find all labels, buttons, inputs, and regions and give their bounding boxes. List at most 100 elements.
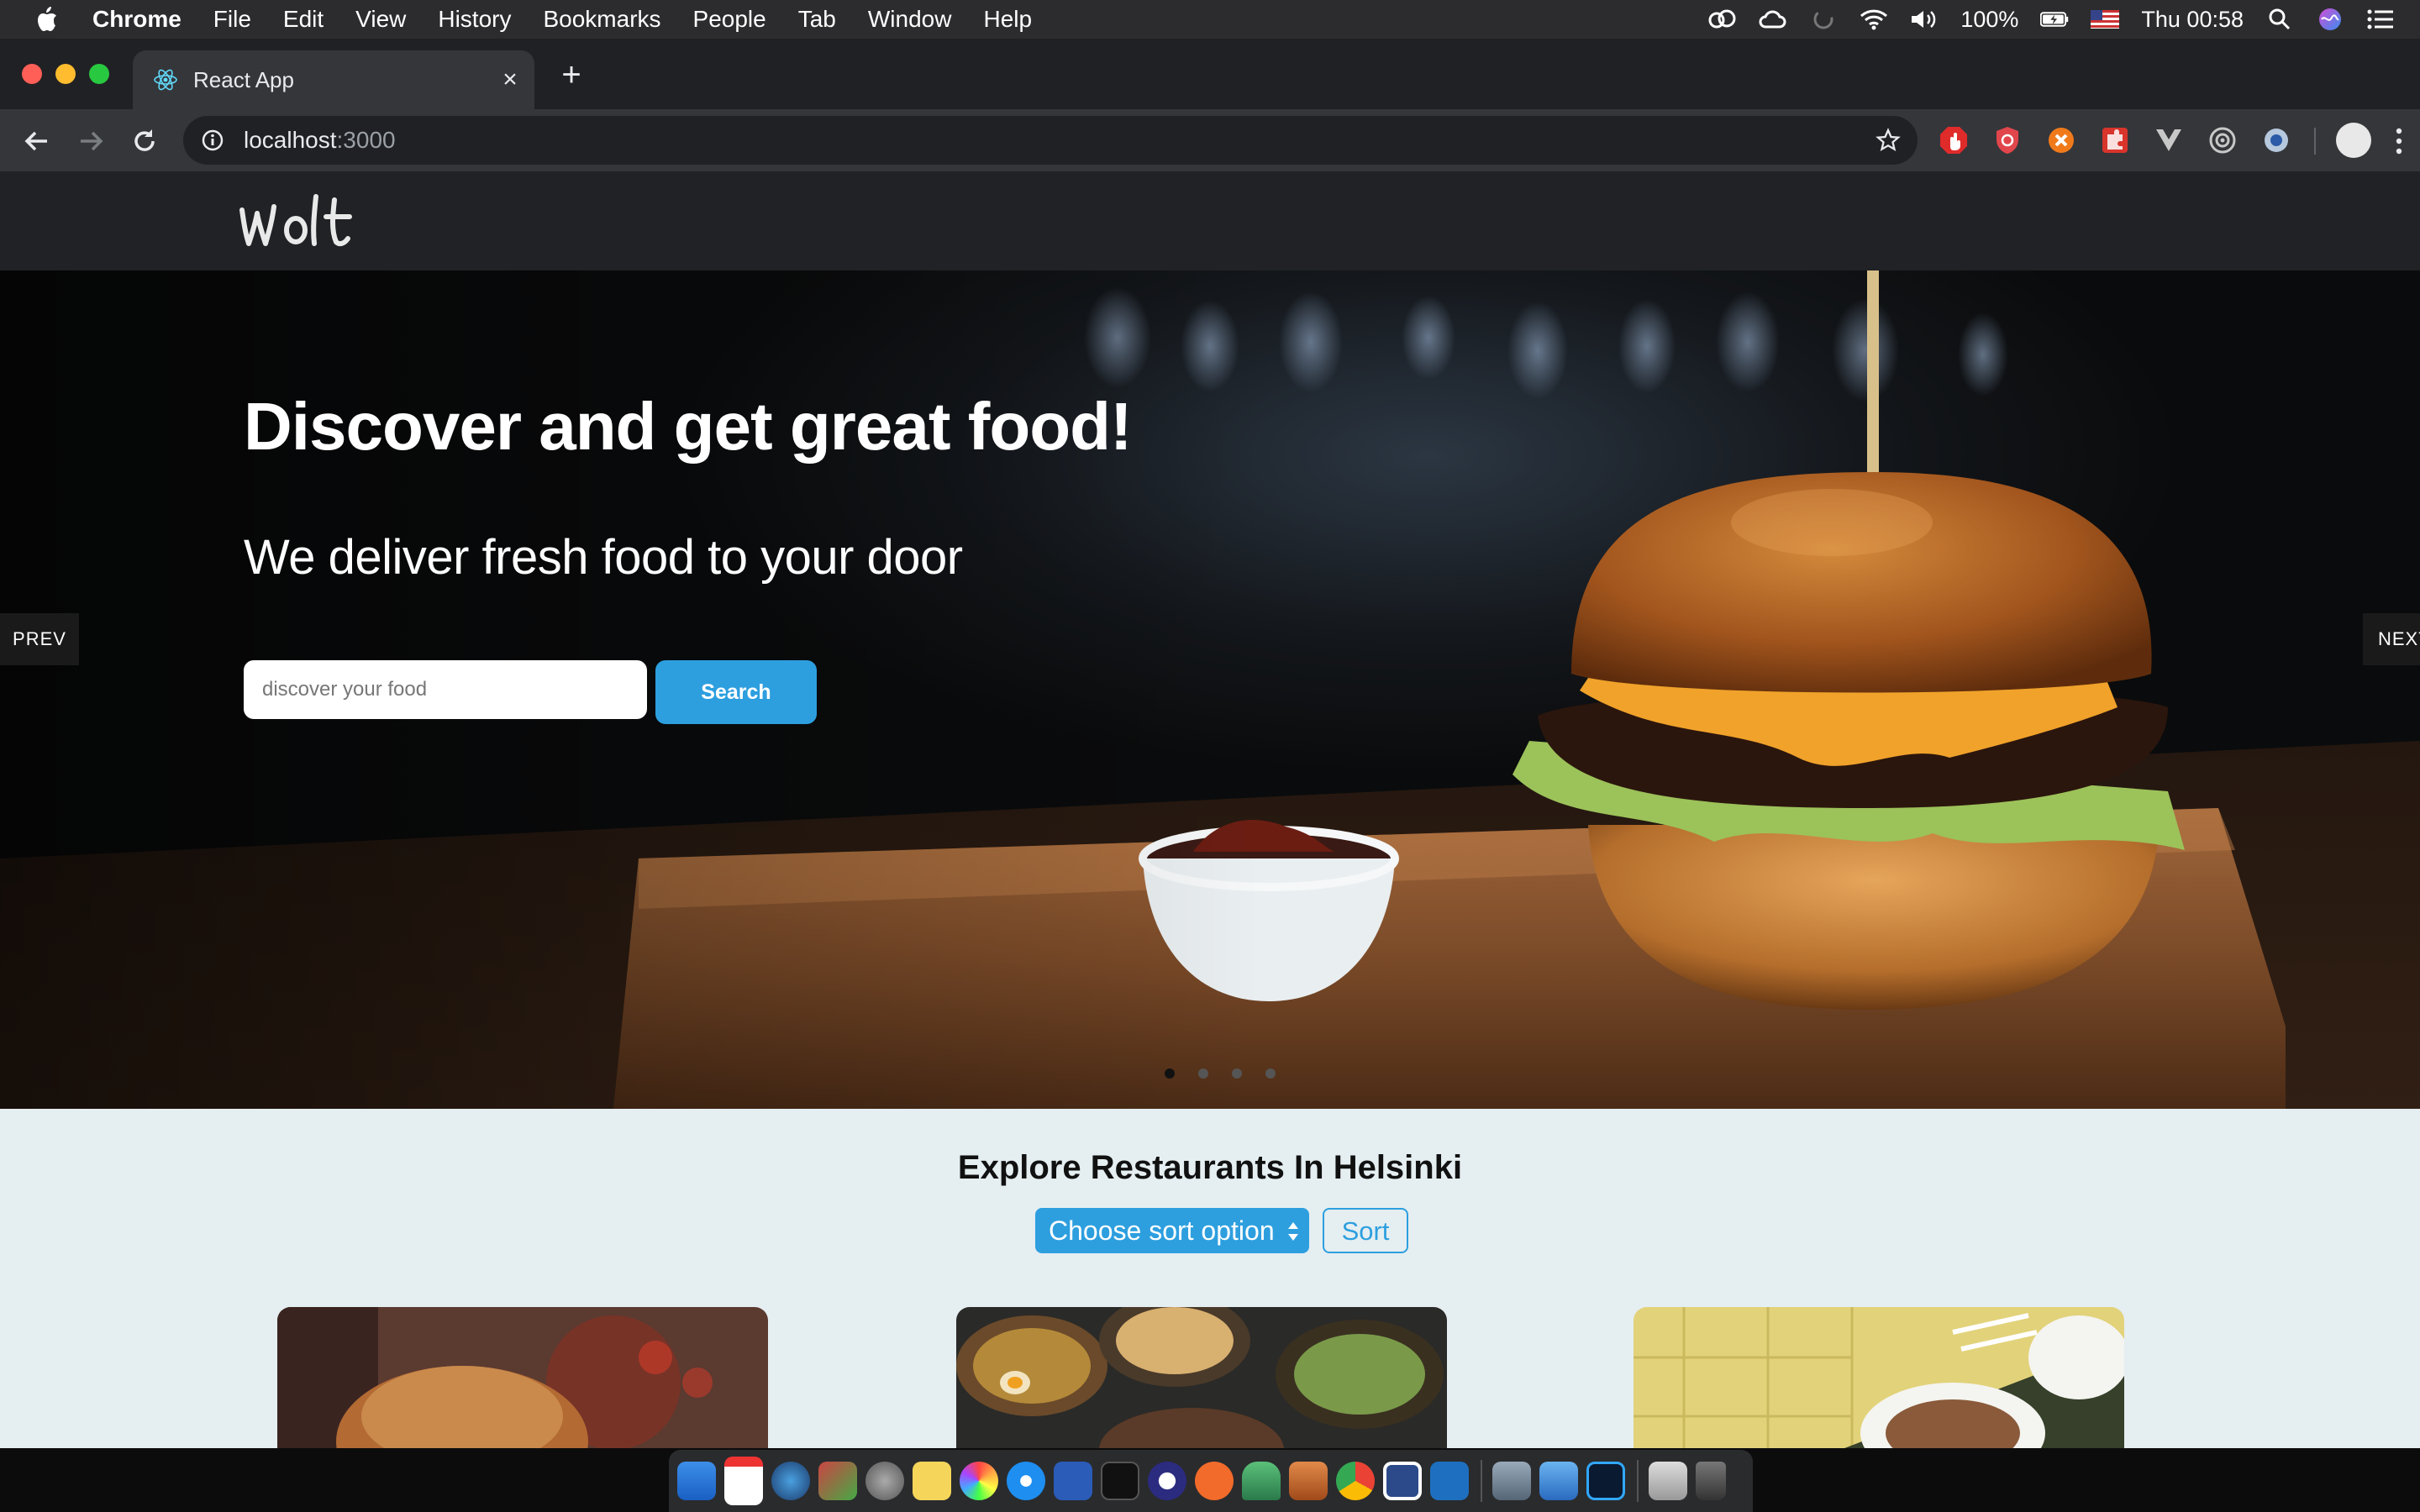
carousel-next-button[interactable]: NEXT [2363, 613, 2420, 665]
reload-icon[interactable] [128, 124, 161, 158]
address-bar[interactable]: localhost:3000 [183, 116, 1918, 165]
creative-cloud-icon[interactable] [1708, 7, 1737, 32]
terminal-icon[interactable] [1101, 1462, 1139, 1500]
menu-view[interactable]: View [355, 6, 406, 33]
stickies-icon[interactable] [913, 1462, 951, 1500]
calendar-icon[interactable] [724, 1457, 763, 1505]
menu-help[interactable]: Help [983, 6, 1032, 33]
safari-icon[interactable] [1007, 1462, 1045, 1500]
menubar-status-area: 100% Thu 00:58 [1708, 0, 2395, 39]
xcode-icon[interactable] [1539, 1462, 1578, 1500]
menu-tab[interactable]: Tab [798, 6, 836, 33]
site-header [0, 171, 2420, 270]
explore-section: Explore Restaurants In Helsinki Choose s… [0, 1109, 2420, 1448]
carousel-dot[interactable] [1165, 1068, 1175, 1079]
sort-button[interactable]: Sort [1323, 1208, 1408, 1253]
app-frame-icon[interactable] [1383, 1462, 1422, 1500]
carousel-indicators [1165, 1068, 1276, 1079]
word-icon[interactable] [1054, 1462, 1092, 1500]
carousel-dot[interactable] [1232, 1068, 1242, 1079]
trash-icon[interactable] [1696, 1462, 1726, 1500]
profile-avatar[interactable] [2336, 123, 2371, 158]
hero-subtitle: We deliver fresh food to your door [244, 530, 963, 585]
url-host: localhost [244, 127, 337, 153]
siri-icon[interactable] [2316, 7, 2344, 32]
edge-browser-icon[interactable] [771, 1462, 810, 1500]
apple-icon[interactable] [34, 5, 59, 34]
system-preferences-icon[interactable] [865, 1462, 904, 1500]
browser-toolbar: localhost:3000 [0, 109, 2420, 171]
postman-icon[interactable] [1195, 1462, 1234, 1500]
toolbar-divider [2314, 128, 2316, 155]
spotlight-search-icon[interactable] [2265, 7, 2294, 32]
preview-icon[interactable] [1492, 1462, 1531, 1500]
menu-edit[interactable]: Edit [283, 6, 324, 33]
restaurant-card-image[interactable] [956, 1307, 1447, 1448]
sort-select-value: Choose sort option [1049, 1215, 1275, 1246]
photos-icon[interactable] [960, 1462, 998, 1500]
tab-title: React App [193, 66, 294, 92]
bookmark-star-icon[interactable] [1876, 128, 1901, 153]
restaurant-card-image[interactable] [1634, 1307, 2124, 1448]
battery-percent: 100% [1960, 6, 2019, 32]
macos-dock [669, 1450, 1753, 1512]
carousel-dot[interactable] [1198, 1068, 1208, 1079]
downloads-folder-icon[interactable] [1649, 1462, 1687, 1500]
restaurant-card-image[interactable] [277, 1307, 768, 1448]
carousel-prev-button[interactable]: PREV [0, 613, 79, 665]
battery-icon[interactable] [2040, 7, 2069, 32]
input-source-flag-icon[interactable] [2091, 10, 2120, 29]
tab-close-icon[interactable]: × [497, 67, 523, 92]
menu-app-name[interactable]: Chrome [92, 6, 182, 33]
chrome-icon[interactable] [1336, 1462, 1375, 1500]
menu-people[interactable]: People [693, 6, 766, 33]
menubar-clock[interactable]: Thu 00:58 [2141, 7, 2244, 33]
carousel-dot[interactable] [1265, 1068, 1276, 1079]
menu-file[interactable]: File [213, 6, 251, 33]
vue-devtools-extension-icon[interactable] [2153, 124, 2185, 156]
dock-separator [1637, 1460, 1639, 1502]
food-search-input[interactable] [244, 660, 647, 719]
sync-icon[interactable] [1809, 7, 1838, 32]
back-arrow-icon[interactable] [20, 124, 54, 158]
page-viewport: Discover and get great food! We deliver … [0, 171, 2420, 1448]
new-tab-button[interactable]: + [556, 58, 587, 92]
dock-separator [1481, 1460, 1482, 1502]
browser-tab-active[interactable]: React App × [133, 50, 534, 109]
window-zoom-button[interactable] [89, 64, 109, 84]
sourcetree-icon[interactable] [1242, 1462, 1281, 1500]
url-port: :3000 [336, 127, 396, 153]
hero-carousel: Discover and get great food! We deliver … [0, 270, 2420, 1109]
volume-icon[interactable] [1910, 7, 1939, 32]
shield-extension-icon[interactable] [1991, 124, 2023, 156]
menu-window[interactable]: Window [868, 6, 952, 33]
search-button[interactable]: Search [655, 660, 817, 724]
vscode-icon[interactable] [1430, 1462, 1469, 1500]
red-puzzle-extension-icon[interactable] [2099, 124, 2131, 156]
react-favicon-icon [154, 69, 177, 91]
target-extension-icon[interactable] [2207, 124, 2238, 156]
orange-extension-icon[interactable] [2045, 124, 2077, 156]
wolt-logo[interactable] [235, 186, 370, 262]
notification-center-icon[interactable] [2366, 7, 2395, 32]
eclipse-icon[interactable] [1148, 1462, 1186, 1500]
sort-option-select[interactable]: Choose sort option [1035, 1208, 1309, 1253]
hero-title: Discover and get great food! [244, 389, 1133, 464]
blue-circle-extension-icon[interactable] [2260, 124, 2292, 156]
site-info-icon[interactable] [200, 128, 225, 153]
cloud-icon[interactable] [1759, 7, 1787, 32]
chrome-menu-icon[interactable] [2395, 124, 2403, 158]
photoshop-icon[interactable] [1586, 1462, 1625, 1500]
menu-bookmarks[interactable]: Bookmarks [543, 6, 660, 33]
window-minimize-button[interactable] [55, 64, 76, 84]
finder-icon[interactable] [677, 1462, 716, 1500]
app-icon[interactable] [1289, 1462, 1328, 1500]
forward-arrow-icon[interactable] [74, 124, 108, 158]
photo-booth-icon[interactable] [818, 1462, 857, 1500]
macos-menubar: Chrome File Edit View History Bookmarks … [0, 0, 2420, 39]
browser-tab-strip: React App × + [0, 39, 2420, 109]
wifi-icon[interactable] [1860, 7, 1888, 32]
menu-history[interactable]: History [438, 6, 511, 33]
adblock-extension-icon[interactable] [1938, 124, 1970, 156]
window-close-button[interactable] [22, 64, 42, 84]
